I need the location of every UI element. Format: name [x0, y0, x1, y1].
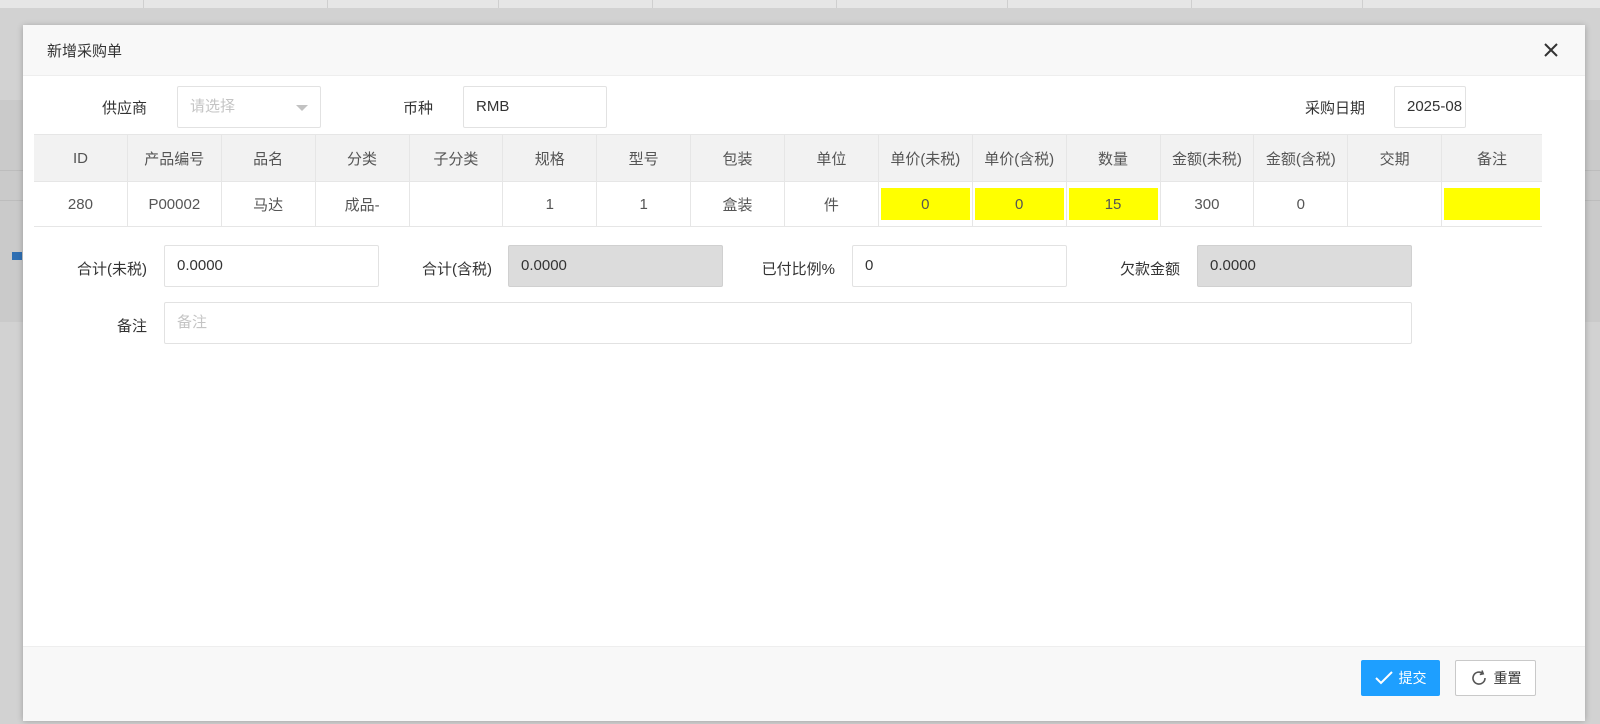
- paid-ratio-value: 0: [865, 257, 874, 274]
- editable-remark[interactable]: [1444, 188, 1540, 220]
- subcategory-cell: [410, 182, 504, 226]
- table-header-cell: 规格: [503, 135, 598, 181]
- editable-unit-price-excl-tax[interactable]: 0: [880, 188, 970, 220]
- total-excl-tax-label: 合计(未税): [77, 261, 147, 278]
- submit-button-label: 提交: [1398, 670, 1427, 686]
- amount-incl-tax-cell: 0: [1254, 182, 1349, 226]
- dialog-header: 新增采购单: [23, 25, 1585, 76]
- product-name-cell: 马达: [222, 182, 316, 226]
- total-excl-tax-input[interactable]: 0.0000: [164, 245, 379, 287]
- table-header-cell: 金额(含税): [1254, 135, 1349, 181]
- purchase-date-input[interactable]: 2025-08: [1394, 86, 1466, 128]
- currency-input[interactable]: RMB: [463, 86, 607, 128]
- currency-label: 币种: [402, 100, 433, 117]
- table-row: 280 P00002 马达 成品- 1 1 盒装 件 0 0 15 300 0: [34, 182, 1542, 227]
- category-cell: 成品-: [316, 182, 410, 226]
- remark-input[interactable]: 备注: [164, 302, 1412, 344]
- table-header-cell: 单价(含税): [973, 135, 1067, 181]
- product-code-cell: P00002: [128, 182, 222, 226]
- refresh-icon: [1471, 670, 1486, 685]
- table-header-row: ID 产品编号 品名 分类 子分类 规格 型号 包装 单位 单价(未税) 单价(…: [34, 134, 1542, 182]
- quantity-cell[interactable]: 15: [1067, 182, 1161, 226]
- remark-placeholder: 备注: [177, 314, 208, 331]
- remark-label: 备注: [116, 318, 147, 335]
- table-header-cell: 型号: [597, 135, 692, 181]
- table-header-cell: 子分类: [410, 135, 504, 181]
- unit-price-incl-tax-cell[interactable]: 0: [973, 182, 1067, 226]
- owed-amount-input: 0.0000: [1197, 245, 1412, 287]
- total-incl-tax-input: 0.0000: [508, 245, 723, 287]
- id-cell: 280: [34, 182, 128, 226]
- chevron-down-icon: [296, 105, 308, 111]
- supplier-select[interactable]: 请选择: [177, 86, 321, 128]
- reset-button-label: 重置: [1493, 670, 1522, 686]
- table-header-cell: ID: [34, 135, 128, 181]
- remark-cell[interactable]: [1442, 182, 1542, 226]
- table-header-cell: 单价(未税): [879, 135, 973, 181]
- table-header-cell: 备注: [1477, 150, 1508, 168]
- total-incl-tax-value: 0.0000: [521, 257, 567, 274]
- currency-value: RMB: [476, 98, 510, 115]
- paid-ratio-label: 已付比例%: [761, 261, 835, 278]
- table-header-cell: 单位: [785, 135, 879, 181]
- table-header-cell: 品名: [222, 135, 316, 181]
- check-icon: [1374, 671, 1393, 685]
- dialog-title: 新增采购单: [47, 43, 123, 60]
- unit-price-excl-tax-cell[interactable]: 0: [879, 182, 973, 226]
- supplier-placeholder: 请选择: [190, 98, 236, 115]
- add-purchase-order-dialog: 新增采购单 供应商 请选择 币种 RMB 采购日期 2025-08 ID 产品编…: [23, 25, 1585, 721]
- total-incl-tax-label: 合计(含税): [422, 261, 492, 278]
- background-marker: [12, 252, 22, 260]
- submit-button[interactable]: 提交: [1361, 660, 1440, 696]
- dialog-footer: 提交 重置: [23, 646, 1585, 721]
- table-header-cell: 金额(未税): [1161, 135, 1255, 181]
- supplier-label: 供应商: [101, 100, 147, 117]
- owed-amount-label: 欠款金额: [1119, 261, 1180, 278]
- unit-cell: 件: [785, 182, 879, 226]
- total-excl-tax-value: 0.0000: [177, 257, 223, 274]
- amount-excl-tax-cell: 300: [1161, 182, 1255, 226]
- editable-quantity[interactable]: 15: [1068, 188, 1158, 220]
- purchase-date-value: 2025-08: [1407, 98, 1463, 115]
- packaging-cell: 盒装: [691, 182, 785, 226]
- spec-cell: 1: [503, 182, 598, 226]
- editable-unit-price-incl-tax[interactable]: 0: [974, 188, 1064, 220]
- delivery-date-cell[interactable]: [1348, 182, 1443, 226]
- reset-button[interactable]: 重置: [1455, 660, 1536, 696]
- table-header-cell: 包装: [691, 135, 785, 181]
- close-icon[interactable]: [1539, 38, 1563, 62]
- table-header-cell: 分类: [316, 135, 410, 181]
- model-cell: 1: [597, 182, 692, 226]
- table-header-cell: 数量: [1067, 135, 1161, 181]
- background-table-header: [0, 0, 1600, 8]
- table-header-cell: 交期: [1348, 135, 1443, 181]
- product-table: ID 产品编号 品名 分类 子分类 规格 型号 包装 单位 单价(未税) 单价(…: [34, 134, 1542, 227]
- paid-ratio-input[interactable]: 0: [852, 245, 1067, 287]
- table-header-cell: 产品编号: [128, 135, 222, 181]
- owed-amount-value: 0.0000: [1210, 257, 1256, 274]
- purchase-date-label: 采购日期: [1304, 100, 1365, 117]
